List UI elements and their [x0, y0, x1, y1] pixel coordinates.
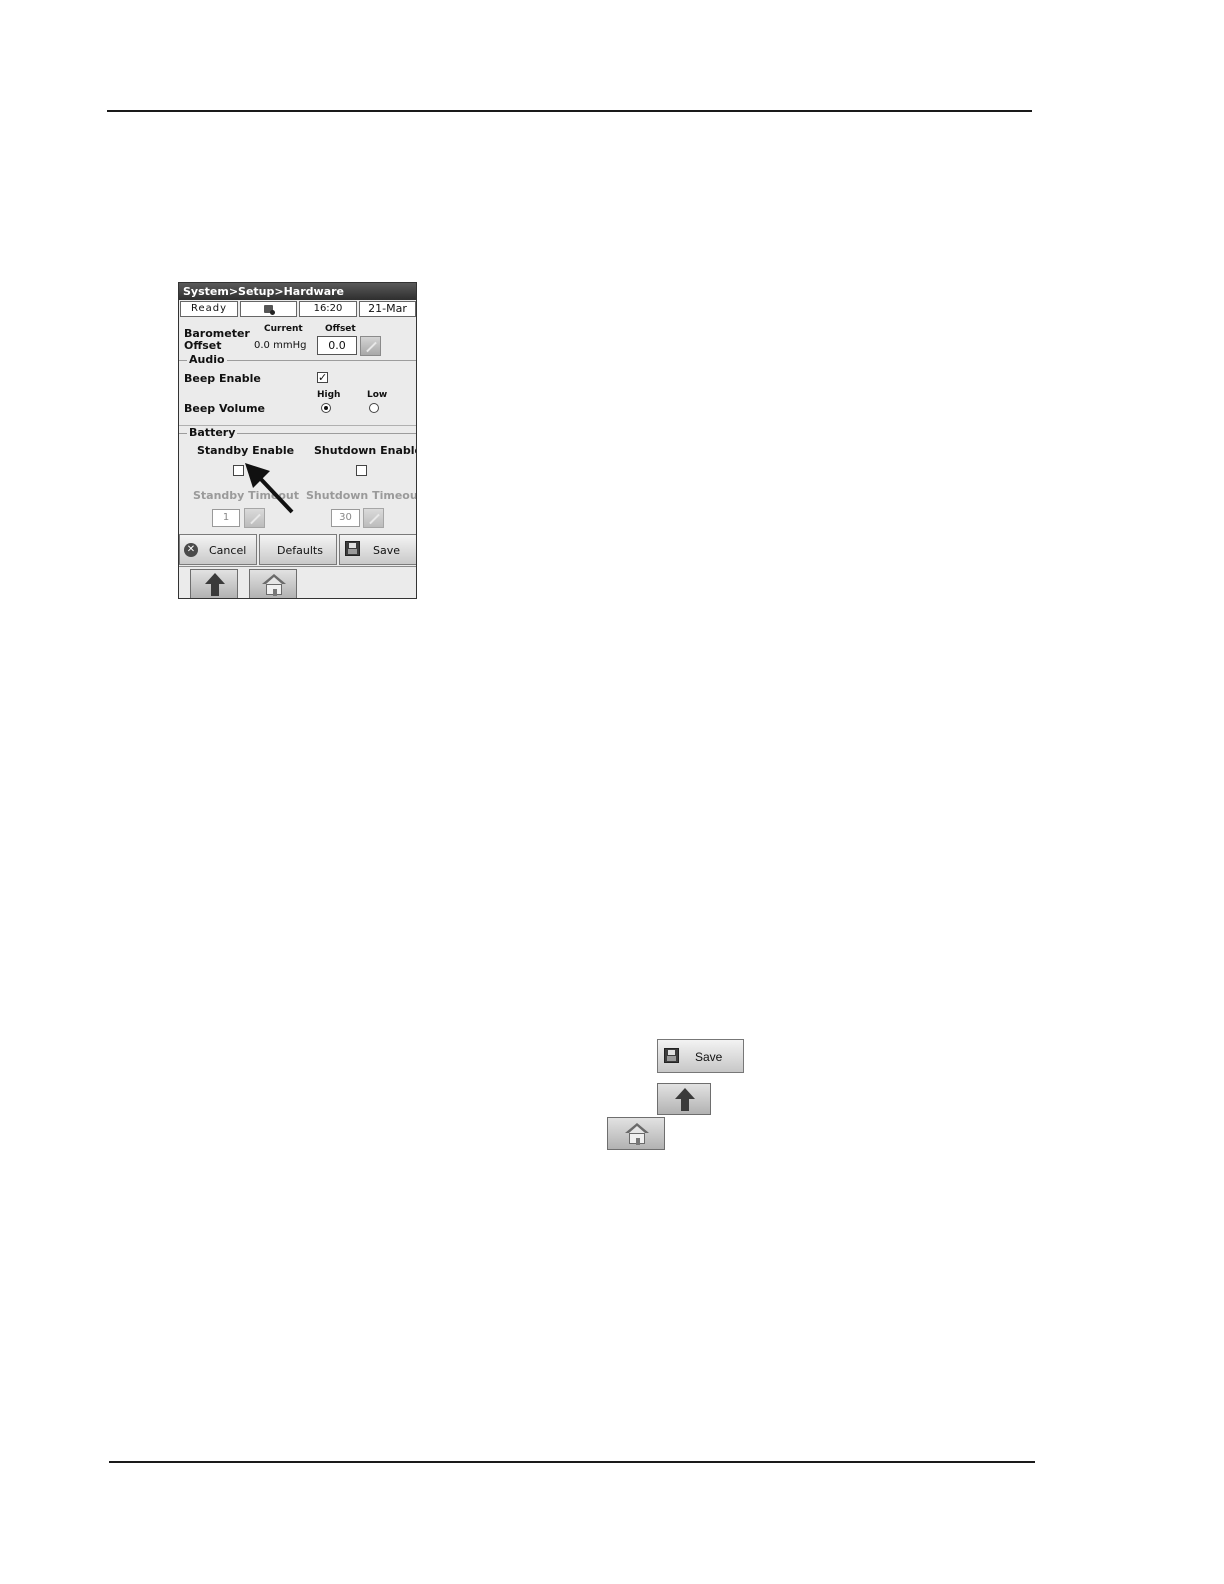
save-button-illustration[interactable]: Save: [657, 1039, 744, 1073]
home-button[interactable]: [249, 569, 297, 598]
volume-high-radio[interactable]: [321, 403, 331, 413]
save-icon: [664, 1048, 679, 1063]
defaults-button[interactable]: Defaults: [259, 534, 337, 565]
current-header: Current: [264, 324, 303, 334]
standby-timeout-field[interactable]: 1: [212, 509, 240, 527]
status-time: 16:20: [299, 301, 357, 317]
save-label: Save: [373, 544, 401, 557]
hardware-setup-screen: System>Setup>Hardware Ready 16:20 21-Mar…: [178, 282, 417, 599]
beep-volume-label: Beep Volume: [184, 402, 266, 415]
shutdown-enable-label: Shutdown Enable: [314, 444, 417, 457]
cancel-icon: ✕: [184, 543, 198, 557]
beep-enable-label: Beep Enable: [184, 372, 261, 385]
standby-enable-label: Standby Enable: [197, 444, 295, 457]
defaults-label: Defaults: [277, 544, 323, 557]
save-button[interactable]: Save: [339, 534, 416, 565]
footer-rule: [109, 1461, 1035, 1463]
barometer-edit-button[interactable]: [360, 336, 381, 356]
shutdown-timeout-field[interactable]: 30: [331, 509, 360, 527]
up-button[interactable]: [190, 569, 238, 598]
shutdown-timeout-label: Shutdown Timeout: [306, 489, 417, 502]
cancel-label: Cancel: [209, 544, 247, 557]
shutdown-enable-checkbox[interactable]: [356, 465, 367, 476]
barometer-offset-field[interactable]: 0.0: [317, 336, 357, 355]
barometer-offset-label: Offset: [184, 339, 222, 352]
status-ready: Ready: [180, 301, 238, 317]
save-label: Save: [695, 1050, 723, 1064]
home-button-illustration[interactable]: [607, 1117, 665, 1150]
divider: [179, 566, 416, 567]
save-icon: [345, 541, 360, 556]
breadcrumb: System>Setup>Hardware: [179, 283, 416, 300]
volume-low-radio[interactable]: [369, 403, 379, 413]
audio-group-title: Audio: [187, 353, 227, 366]
beep-enable-checkbox[interactable]: ✓: [317, 372, 328, 383]
shutdown-timeout-edit-button[interactable]: [363, 508, 384, 528]
cancel-button[interactable]: ✕ Cancel: [179, 534, 257, 565]
status-bar: Ready 16:20 21-Mar: [179, 301, 416, 317]
header-rule: [107, 110, 1032, 112]
barometer-current-value: 0.0 mmHg: [254, 340, 307, 351]
low-label: Low: [367, 390, 388, 400]
callout-arrow-icon: [245, 463, 294, 514]
offset-header: Offset: [325, 324, 356, 334]
high-label: High: [317, 390, 341, 400]
up-button-illustration[interactable]: [657, 1083, 711, 1115]
battery-group-title: Battery: [187, 426, 238, 439]
status-date: 21-Mar: [359, 301, 416, 317]
device-status-icon: [240, 301, 297, 317]
